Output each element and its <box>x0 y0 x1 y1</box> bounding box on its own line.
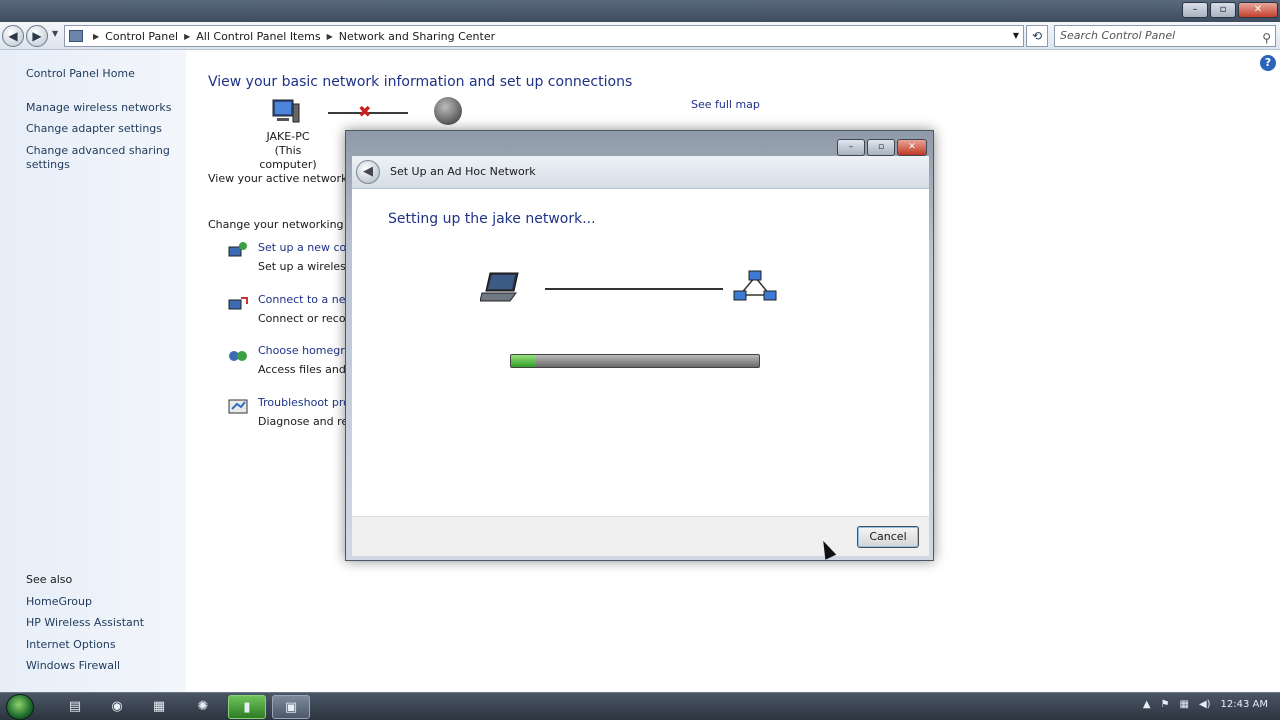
control-panel-home-link[interactable]: Control Panel Home <box>26 67 176 81</box>
breadcrumb-all-items[interactable]: All Control Panel Items <box>196 30 320 43</box>
dialog-minimize-button[interactable]: – <box>837 139 865 156</box>
back-button[interactable]: ◀ <box>2 25 24 47</box>
setup-progress-bar <box>510 354 760 368</box>
volume-icon[interactable]: ◀) <box>1199 699 1211 710</box>
connect-network-icon <box>228 297 248 310</box>
windows-firewall-link[interactable]: Windows Firewall <box>26 659 176 673</box>
network-icon[interactable]: ▦ <box>1179 699 1188 710</box>
help-icon[interactable]: ? <box>1260 55 1276 71</box>
control-panel-icon: ▣ <box>284 700 298 715</box>
media-player-icon: ✺ <box>197 699 209 714</box>
troubleshoot-icon <box>228 399 248 414</box>
window-controls: – ▫ ✕ <box>1182 2 1278 18</box>
task-troubleshoot-desc: Diagnose and rep <box>258 415 356 428</box>
task-connect-network[interactable]: Connect to a netw <box>258 293 359 306</box>
app-icon: ▮ <box>243 700 251 715</box>
taskbar-explorer-button[interactable]: ▤ <box>56 695 94 719</box>
maximize-button[interactable]: ▫ <box>1210 2 1236 18</box>
refresh-icon: ⟲ <box>1031 29 1043 43</box>
taskbar-app-button[interactable]: ▦ <box>140 695 178 719</box>
breadcrumb-separator[interactable]: ▶ <box>184 32 190 41</box>
recent-pages-dropdown[interactable]: ▼ <box>52 29 58 38</box>
change-adapter-settings-link[interactable]: Change adapter settings <box>26 122 176 136</box>
task-setup-connection-desc: Set up a wireless, <box>258 260 356 273</box>
dialog-title: Set Up an Ad Hoc Network <box>390 165 536 178</box>
action-center-flag-icon[interactable]: ⚑ <box>1161 699 1170 710</box>
adhoc-network-icon <box>733 270 777 301</box>
active-networks-heading: View your active networks <box>208 172 354 185</box>
new-connection-icon <box>228 242 247 257</box>
adhoc-setup-dialog: – ▫ ✕ ◀ Set Up an Ad Hoc Network Setting… <box>345 130 934 561</box>
folder-icon: ▤ <box>68 699 82 714</box>
change-settings-heading: Change your networking se <box>208 218 360 231</box>
page-title: View your basic network information and … <box>208 74 633 90</box>
forward-button[interactable]: ▶ <box>26 25 48 47</box>
task-setup-connection[interactable]: Set up a new con <box>258 241 353 254</box>
see-full-map-link[interactable]: See full map <box>691 98 760 111</box>
task-choose-homegroup[interactable]: Choose homegro <box>258 344 351 357</box>
dialog-back-button[interactable]: ◀ <box>356 160 380 184</box>
window-icon: ▦ <box>152 699 166 714</box>
back-arrow-icon: ◀ <box>8 29 18 43</box>
back-arrow-icon: ◀ <box>363 164 373 179</box>
system-tray: ▲ ⚑ ▦ ◀) 12:43 AM <box>1143 699 1268 710</box>
search-icon[interactable]: ⚲ <box>1262 28 1271 48</box>
task-connect-network-desc: Connect or recon <box>258 312 353 325</box>
internet-options-link[interactable]: Internet Options <box>26 638 176 652</box>
internet-globe-icon <box>434 97 462 125</box>
window-title-bar: – ▫ ✕ <box>0 0 1280 22</box>
cancel-button[interactable]: Cancel <box>857 526 919 548</box>
breadcrumb-separator[interactable]: ▶ <box>93 32 99 41</box>
computer-caption: (This computer) <box>259 144 317 171</box>
status-message: Setting up the jake network... <box>388 211 596 227</box>
dialog-header: ◀ Set Up an Ad Hoc Network <box>352 156 929 189</box>
homegroup-icon <box>229 351 247 361</box>
taskbar-control-panel-button[interactable]: ▣ <box>272 695 310 719</box>
taskbar-media-button[interactable]: ✺ <box>184 695 222 719</box>
chevron-down-icon[interactable]: ▼ <box>1013 31 1019 40</box>
change-advanced-sharing-link[interactable]: Change advanced sharing settings <box>26 144 176 172</box>
taskbar-active-app-button[interactable]: ▮ <box>228 695 266 719</box>
laptop-icon <box>480 272 519 302</box>
show-hidden-icons-icon[interactable]: ▲ <box>1143 699 1151 710</box>
start-button[interactable] <box>6 694 34 720</box>
task-troubleshoot[interactable]: Troubleshoot pro <box>258 396 350 409</box>
see-also-heading: See also <box>26 573 73 586</box>
search-input[interactable]: Search Control Panel ⚲ <box>1054 25 1276 47</box>
computer-label: JAKE-PC (This computer) <box>248 130 328 172</box>
address-bar[interactable]: ▶ Control Panel ▶ All Control Panel Item… <box>64 25 1024 47</box>
clock[interactable]: 12:43 AM <box>1221 699 1268 710</box>
refresh-button[interactable]: ⟲ <box>1026 25 1048 47</box>
internet-explorer-icon: ◉ <box>111 699 123 714</box>
dialog-footer: Cancel <box>352 516 929 556</box>
dialog-body: Setting up the jake network... <box>352 189 929 516</box>
homegroup-link[interactable]: HomeGroup <box>26 595 176 609</box>
computer-name: JAKE-PC <box>266 130 310 143</box>
minimize-button[interactable]: – <box>1182 2 1208 18</box>
dialog-close-button[interactable]: ✕ <box>897 139 927 156</box>
hp-wireless-assistant-link[interactable]: HP Wireless Assistant <box>26 616 176 630</box>
computer-icon <box>272 99 300 123</box>
navigation-bar: ◀ ▶ ▼ ▶ Control Panel ▶ All Control Pane… <box>0 22 1280 50</box>
breadcrumb-separator[interactable]: ▶ <box>327 32 333 41</box>
dialog-window-controls: – ▫ ✕ <box>837 139 927 156</box>
connection-progress-line <box>545 288 723 290</box>
progress-fill <box>511 355 536 367</box>
left-navigation-pane: Control Panel Home Manage wireless netwo… <box>0 50 186 692</box>
forward-arrow-icon: ▶ <box>32 29 42 43</box>
control-panel-icon <box>69 30 83 42</box>
taskbar: ▤ ◉ ▦ ✺ ▮ ▣ ▲ ⚑ ▦ ◀) 12:43 AM <box>0 692 1280 720</box>
manage-wireless-networks-link[interactable]: Manage wireless networks <box>26 101 176 115</box>
search-placeholder: Search Control Panel <box>1060 29 1176 42</box>
taskbar-ie-button[interactable]: ◉ <box>98 695 136 719</box>
close-button[interactable]: ✕ <box>1238 2 1278 18</box>
breadcrumb-network-sharing[interactable]: Network and Sharing Center <box>339 30 495 43</box>
task-choose-homegroup-desc: Access files and p <box>258 363 357 376</box>
disconnected-x-icon[interactable]: ✖ <box>358 102 371 121</box>
dialog-maximize-button[interactable]: ▫ <box>867 139 895 156</box>
breadcrumb-control-panel[interactable]: Control Panel <box>105 30 178 43</box>
